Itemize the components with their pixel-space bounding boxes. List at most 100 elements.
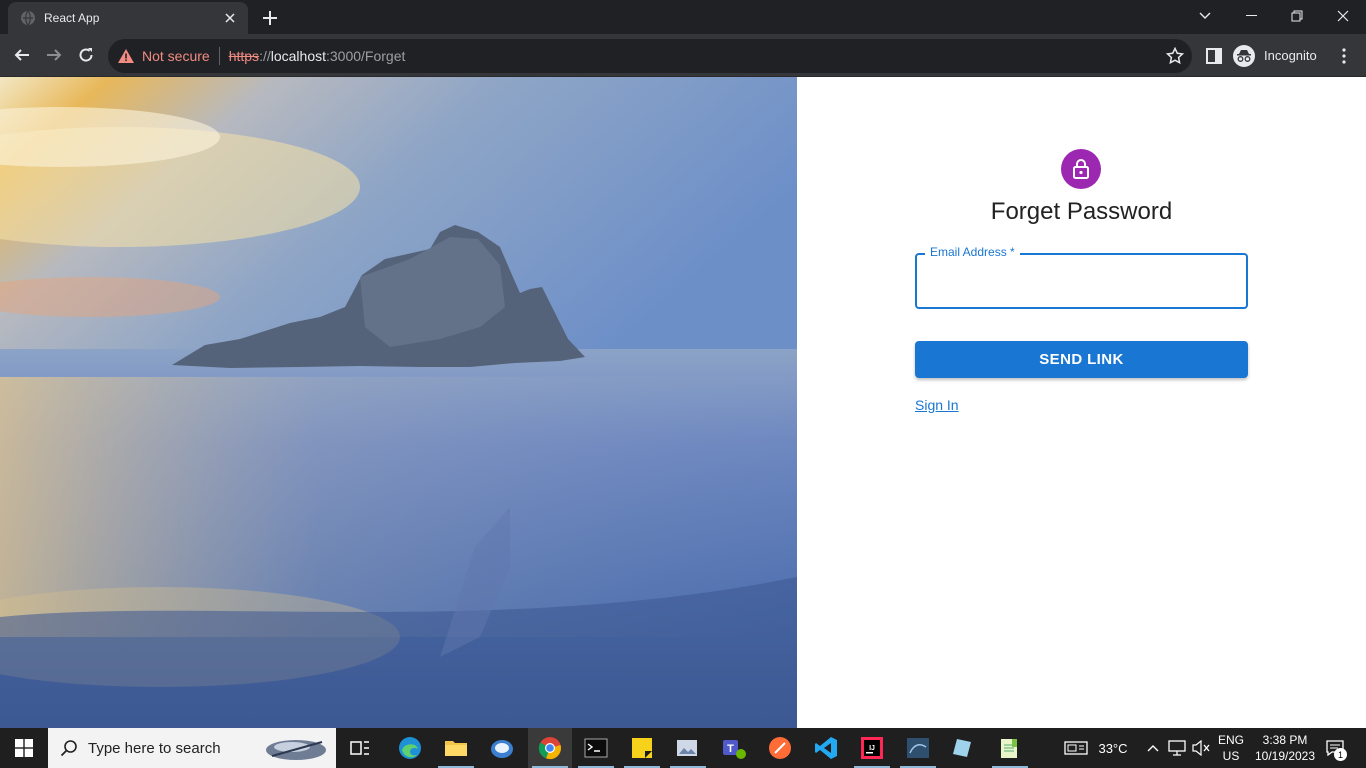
clock-date: 10/19/2023 bbox=[1254, 749, 1316, 763]
weather-temperature: 33°C bbox=[1098, 740, 1128, 756]
chevron-up-icon bbox=[1147, 745, 1159, 752]
chrome-icon bbox=[538, 737, 561, 760]
side-panel-button[interactable] bbox=[1203, 45, 1225, 67]
page-title: Forget Password bbox=[990, 198, 1173, 225]
omnibox-divider bbox=[218, 47, 220, 65]
language-indicator[interactable]: ENG US bbox=[1214, 728, 1248, 768]
close-window-button[interactable] bbox=[1320, 0, 1366, 32]
taskbar-app-notes[interactable] bbox=[942, 728, 986, 768]
clock[interactable]: 3:38 PM 10/19/2023 bbox=[1250, 728, 1320, 768]
volume-muted-icon bbox=[1192, 740, 1210, 756]
taskbar-app-sticky-notes[interactable] bbox=[620, 728, 664, 768]
bookmark-star-icon[interactable] bbox=[1166, 47, 1184, 65]
language-code: ENG bbox=[1217, 733, 1244, 747]
email-field: Email Address * bbox=[915, 245, 1248, 309]
search-icon bbox=[60, 740, 77, 757]
teams-icon: T bbox=[723, 740, 746, 759]
url-separator: :// bbox=[259, 48, 271, 64]
security-label: Not secure bbox=[142, 48, 210, 64]
svg-text:T: T bbox=[727, 743, 734, 755]
region-code: US bbox=[1222, 749, 1240, 763]
taskbar-app-intellij[interactable]: IJ bbox=[850, 728, 894, 768]
network-button[interactable] bbox=[1166, 728, 1188, 768]
arrow-left-icon bbox=[14, 49, 29, 61]
lock-avatar bbox=[1061, 149, 1101, 189]
tray-overflow-button[interactable] bbox=[1143, 728, 1163, 768]
forget-password-form: Forget Password Email Address * SEND LIN… bbox=[797, 77, 1366, 728]
minimize-button[interactable] bbox=[1228, 0, 1274, 32]
browser-tab[interactable]: React App bbox=[8, 2, 248, 34]
windows-logo-icon bbox=[15, 739, 33, 757]
address-bar[interactable]: Not secure https://localhost:3000/Forget bbox=[108, 39, 1192, 73]
taskbar-app-photos[interactable] bbox=[666, 728, 710, 768]
browser-menu-button[interactable] bbox=[1334, 45, 1354, 67]
url-host: localhost bbox=[270, 48, 326, 64]
kebab-menu-icon bbox=[1342, 48, 1346, 64]
terminal-icon bbox=[584, 738, 608, 758]
browser-toolbar: Not secure https://localhost:3000/Forget… bbox=[0, 34, 1366, 77]
search-highlight-icon bbox=[266, 740, 326, 760]
lock-icon bbox=[1073, 159, 1089, 179]
forward-button[interactable] bbox=[40, 41, 68, 69]
taskbar-app-notepad[interactable] bbox=[988, 728, 1032, 768]
incognito-icon bbox=[1233, 44, 1255, 67]
notification-count-badge: 1 bbox=[1334, 748, 1347, 761]
email-label: Email Address * bbox=[925, 245, 1020, 259]
photos-icon bbox=[677, 740, 697, 756]
taskbar-app-chrome[interactable] bbox=[528, 728, 572, 768]
folder-icon bbox=[445, 741, 467, 756]
page-content: Forget Password Email Address * SEND LIN… bbox=[0, 77, 1366, 728]
incognito-indicator[interactable]: Incognito bbox=[1233, 42, 1317, 69]
security-indicator[interactable]: Not secure bbox=[118, 48, 210, 64]
url-path: :3000/Forget bbox=[326, 48, 406, 64]
taskbar-app-teams[interactable]: T bbox=[712, 728, 756, 768]
mysql-workbench-icon bbox=[907, 738, 929, 758]
warning-icon bbox=[118, 49, 134, 63]
back-button[interactable] bbox=[8, 41, 36, 69]
taskbar-app-terminal[interactable] bbox=[574, 728, 618, 768]
taskbar-app-store[interactable] bbox=[480, 728, 524, 768]
cloud-app-icon bbox=[491, 740, 513, 758]
svg-text:IJ: IJ bbox=[869, 745, 875, 752]
hero-image bbox=[0, 77, 797, 728]
new-tab-button[interactable] bbox=[258, 6, 282, 30]
taskbar-app-file-explorer[interactable] bbox=[434, 728, 478, 768]
task-view-button[interactable] bbox=[338, 728, 382, 768]
start-button[interactable] bbox=[0, 728, 48, 768]
notes-app-icon bbox=[953, 739, 971, 757]
task-view-icon bbox=[350, 741, 369, 755]
sticky-notes-icon bbox=[632, 738, 652, 758]
globe-icon bbox=[20, 10, 36, 26]
reload-icon bbox=[79, 48, 93, 62]
close-icon[interactable] bbox=[222, 10, 238, 26]
taskbar-app-edge[interactable] bbox=[388, 728, 432, 768]
network-icon bbox=[1168, 740, 1186, 756]
url-text[interactable]: https://localhost:3000/Forget bbox=[229, 48, 406, 64]
vscode-icon bbox=[815, 737, 837, 759]
taskbar-app-vscode[interactable] bbox=[804, 728, 848, 768]
restore-button[interactable] bbox=[1274, 0, 1320, 32]
taskbar-app-postman[interactable] bbox=[758, 728, 802, 768]
notepad-icon bbox=[1001, 739, 1017, 758]
notification-center-button[interactable]: 1 bbox=[1322, 728, 1348, 768]
sign-in-link[interactable]: Sign In bbox=[915, 397, 959, 413]
weather-icon bbox=[1064, 741, 1089, 755]
send-link-button[interactable]: SEND LINK bbox=[915, 341, 1248, 378]
taskbar-app-mysql-workbench[interactable] bbox=[896, 728, 940, 768]
browser-tabstrip: React App bbox=[0, 0, 1366, 34]
postman-icon bbox=[769, 737, 791, 759]
side-panel-icon bbox=[1206, 48, 1222, 64]
arrow-right-icon bbox=[47, 49, 62, 61]
reload-button[interactable] bbox=[72, 41, 100, 69]
email-input[interactable] bbox=[929, 269, 1234, 293]
tab-search-button[interactable] bbox=[1182, 0, 1228, 32]
tab-title: React App bbox=[44, 11, 100, 25]
search-placeholder: Type here to search bbox=[88, 739, 221, 757]
volume-button[interactable] bbox=[1190, 728, 1212, 768]
edge-icon bbox=[399, 737, 421, 759]
intellij-icon: IJ bbox=[861, 737, 883, 759]
taskbar-search[interactable]: Type here to search bbox=[48, 728, 336, 768]
weather-widget[interactable]: 33°C bbox=[1056, 728, 1136, 768]
incognito-label: Incognito bbox=[1264, 48, 1317, 63]
clock-time: 3:38 PM bbox=[1262, 733, 1308, 747]
